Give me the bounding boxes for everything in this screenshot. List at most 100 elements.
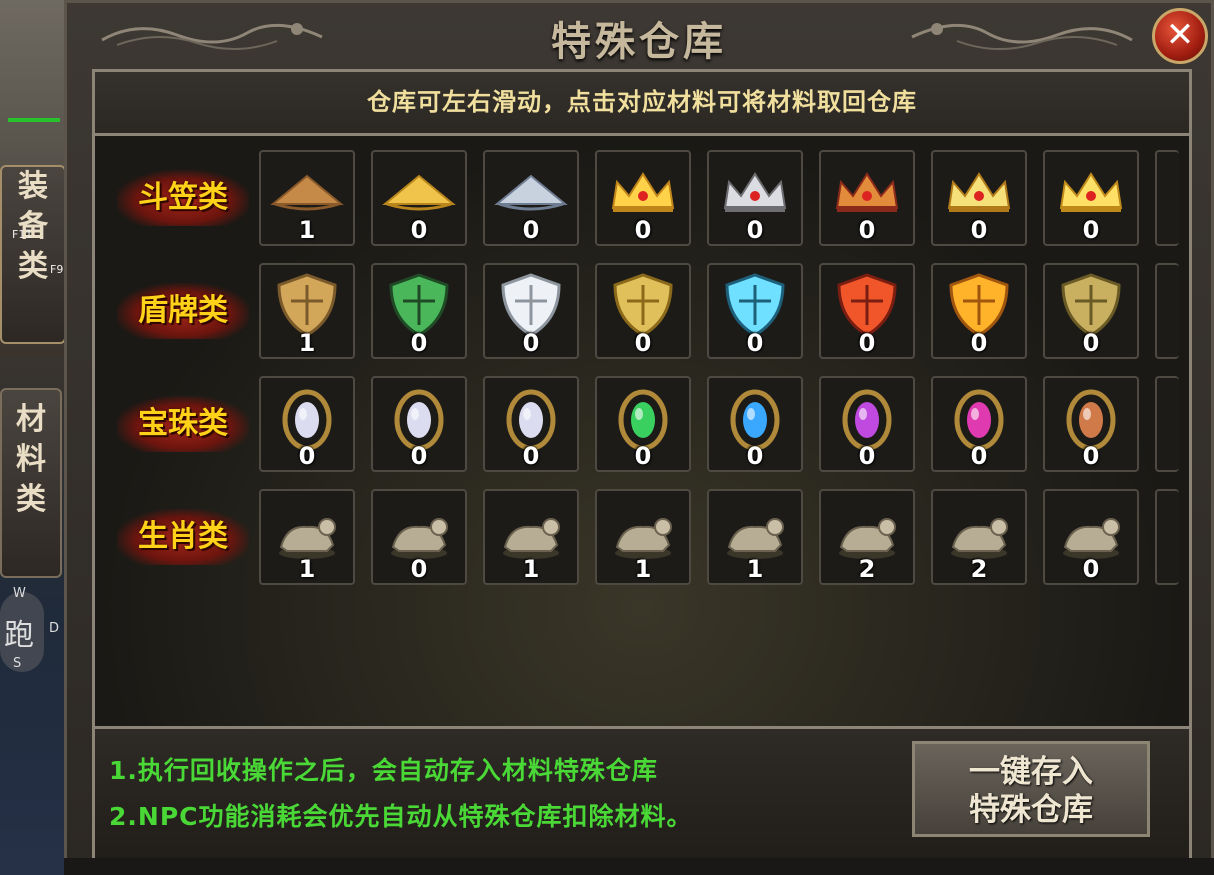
- hp-bar: [8, 118, 60, 122]
- item-slot[interactable]: 0: [371, 376, 467, 472]
- game-side-strip: 装 备 类 F11 F9 材 料 类 W 跑 S D: [0, 0, 66, 875]
- item-slot-partial[interactable]: [1155, 150, 1179, 246]
- row-category-label: 生肖类: [117, 509, 249, 565]
- movement-compass[interactable]: W 跑 S: [0, 586, 44, 672]
- item-count: 1: [298, 555, 316, 583]
- item-slot[interactable]: 0: [819, 263, 915, 359]
- scroll-notice: 仓库可左右滑动，点击对应材料可将材料取回仓库: [95, 72, 1189, 136]
- deposit-all-line2: 特殊仓库: [969, 792, 1093, 828]
- item-slot[interactable]: 0: [707, 263, 803, 359]
- item-slot[interactable]: 2: [931, 489, 1027, 585]
- item-count: 0: [522, 442, 540, 470]
- bottom-bar: [64, 858, 1214, 875]
- item-count: 0: [1082, 216, 1100, 244]
- item-count: 0: [298, 442, 316, 470]
- item-count: 0: [858, 442, 876, 470]
- item-slot[interactable]: 0: [371, 150, 467, 246]
- storage-row: 斗笠类 1 0 0 0 0 0 0 0: [95, 150, 1189, 250]
- special-storage-window: 特殊仓库 ✕ 仓库可左右滑动，点击对应材料可将材料取回仓库 斗笠类 1 0 0 0 0 0 0…: [64, 0, 1214, 875]
- tip-recycle: 1.执行回收操作之后，会自动存入材料特殊仓库: [109, 756, 658, 785]
- item-count: 0: [522, 216, 540, 244]
- item-slot[interactable]: 1: [259, 263, 355, 359]
- item-slot[interactable]: 0: [483, 263, 579, 359]
- compass-s: S: [13, 656, 22, 671]
- tab-equipment[interactable]: 装 备 类: [0, 165, 66, 344]
- item-count: 0: [970, 329, 988, 357]
- row-category-label: 宝珠类: [117, 396, 249, 452]
- item-slot[interactable]: 1: [483, 489, 579, 585]
- deposit-all-button[interactable]: 一键存入 特殊仓库: [912, 741, 1150, 837]
- footer: 1.执行回收操作之后，会自动存入材料特殊仓库 2.NPC功能消耗会优先自动从特殊…: [95, 726, 1189, 861]
- item-slot[interactable]: 0: [1043, 263, 1139, 359]
- f9-hotkey: F9: [50, 263, 64, 276]
- close-button[interactable]: ✕: [1152, 8, 1208, 64]
- row-category-label: 斗笠类: [117, 170, 249, 226]
- item-slot[interactable]: 0: [371, 489, 467, 585]
- deposit-all-line1: 一键存入: [969, 754, 1093, 790]
- close-icon: ✕: [1165, 15, 1195, 55]
- compass-w: W: [13, 586, 26, 601]
- row-category-label: 盾牌类: [117, 283, 249, 339]
- title-bar: 特殊仓库 ✕: [67, 3, 1211, 69]
- f11-hotkey: F11: [12, 228, 33, 241]
- item-slot[interactable]: 0: [931, 376, 1027, 472]
- item-slot[interactable]: 0: [707, 150, 803, 246]
- item-count: 0: [634, 216, 652, 244]
- item-count: 0: [970, 442, 988, 470]
- item-slot[interactable]: 0: [259, 376, 355, 472]
- item-count: 1: [298, 329, 316, 357]
- item-count: 0: [410, 329, 428, 357]
- item-count: 0: [522, 329, 540, 357]
- storage-row: 宝珠类 0 0 0 0 0 0 0 0: [95, 376, 1189, 476]
- item-slot[interactable]: 0: [483, 376, 579, 472]
- item-slot[interactable]: 0: [1043, 489, 1139, 585]
- item-slot[interactable]: 1: [259, 150, 355, 246]
- item-slot[interactable]: 1: [259, 489, 355, 585]
- compass-d: D: [49, 621, 60, 636]
- item-slot-partial[interactable]: [1155, 376, 1179, 472]
- item-slot[interactable]: 0: [931, 150, 1027, 246]
- item-count: 0: [1082, 442, 1100, 470]
- item-count: 0: [634, 442, 652, 470]
- item-slot[interactable]: 0: [595, 263, 691, 359]
- item-slot[interactable]: 0: [595, 150, 691, 246]
- item-count: 0: [858, 216, 876, 244]
- storage-row: 盾牌类 1 0 0 0 0 0 0 0: [95, 263, 1189, 363]
- dragon-ornament-right-icon: [911, 23, 1133, 50]
- item-count: 0: [1082, 329, 1100, 357]
- item-slot[interactable]: 0: [931, 263, 1027, 359]
- item-slot[interactable]: 0: [819, 150, 915, 246]
- item-count: 2: [970, 555, 988, 583]
- item-count: 0: [634, 329, 652, 357]
- item-slot-partial[interactable]: [1155, 489, 1179, 585]
- item-count: 0: [1082, 555, 1100, 583]
- item-count: 0: [410, 555, 428, 583]
- item-count: 2: [858, 555, 876, 583]
- item-slot[interactable]: 0: [1043, 376, 1139, 472]
- storage-content: 仓库可左右滑动，点击对应材料可将材料取回仓库 斗笠类 1 0 0 0 0 0 0 0 盾牌类 1 0 0…: [92, 69, 1192, 861]
- item-slot[interactable]: 0: [707, 376, 803, 472]
- item-count: 1: [298, 216, 316, 244]
- item-count: 0: [746, 216, 764, 244]
- run-toggle[interactable]: 跑: [4, 610, 34, 654]
- item-slot[interactable]: 2: [819, 489, 915, 585]
- item-slot[interactable]: 0: [595, 376, 691, 472]
- item-slot[interactable]: 1: [595, 489, 691, 585]
- item-count: 0: [746, 442, 764, 470]
- item-count: 1: [746, 555, 764, 583]
- item-count: 1: [634, 555, 652, 583]
- item-slot[interactable]: 1: [707, 489, 803, 585]
- item-count: 0: [410, 216, 428, 244]
- item-count: 1: [522, 555, 540, 583]
- item-slot[interactable]: 0: [371, 263, 467, 359]
- tab-material[interactable]: 材 料 类: [0, 388, 62, 578]
- item-slot[interactable]: 0: [483, 150, 579, 246]
- item-slot-partial[interactable]: [1155, 263, 1179, 359]
- item-count: 0: [746, 329, 764, 357]
- item-slot[interactable]: 0: [1043, 150, 1139, 246]
- item-slot[interactable]: 0: [819, 376, 915, 472]
- tip-npc: 2.NPC功能消耗会优先自动从特殊仓库扣除材料。: [109, 802, 693, 831]
- item-count: 0: [970, 216, 988, 244]
- storage-grid[interactable]: 斗笠类 1 0 0 0 0 0 0 0 盾牌类 1 0 0 0 0 0 0 0 宝珠类 0 0 0 0 0 0 0 0 生肖类 1 0 1 1…: [95, 136, 1189, 726]
- item-count: 0: [858, 329, 876, 357]
